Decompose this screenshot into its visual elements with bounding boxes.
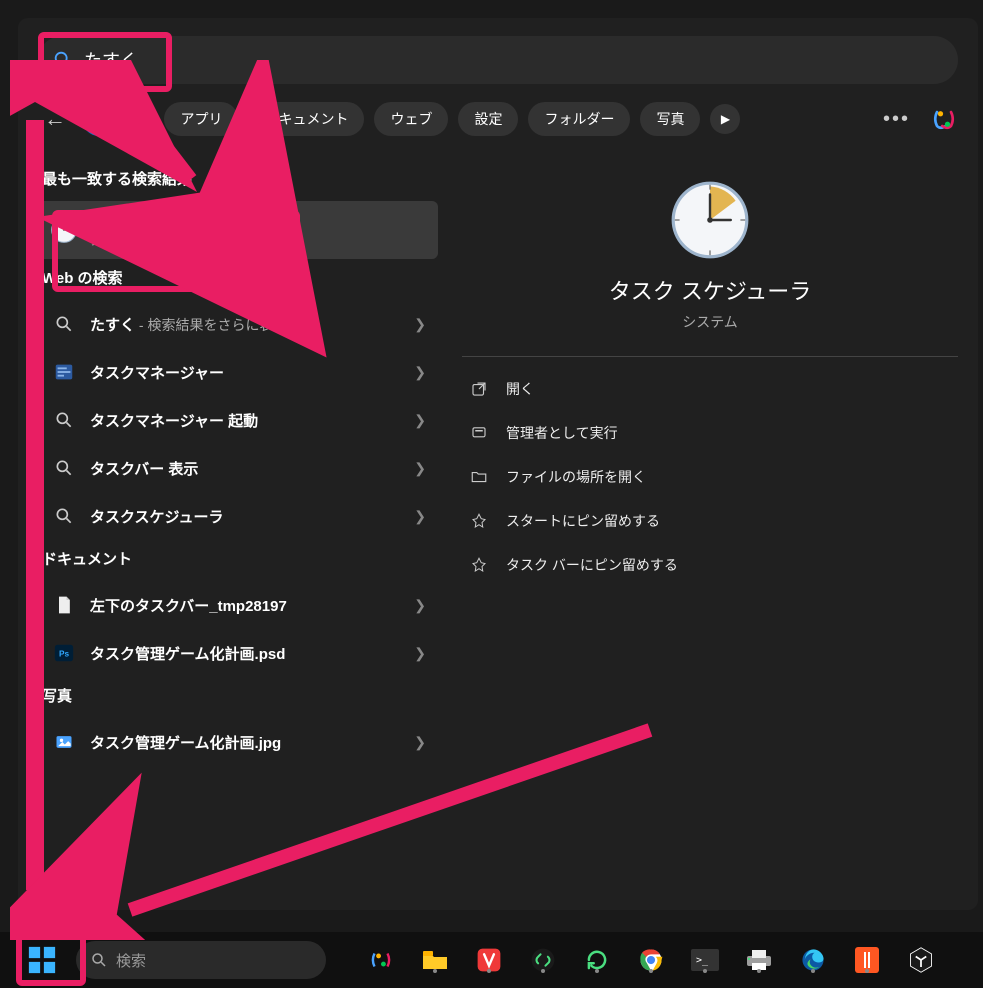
chevron-right-icon: ❯ — [414, 412, 426, 429]
action-label: 開く — [506, 379, 534, 399]
chevron-right-icon: ❯ — [414, 508, 426, 525]
start-button[interactable] — [20, 938, 64, 982]
result-title: タスクマネージャー — [90, 362, 414, 383]
web-result-taskscheduler[interactable]: タスクスケジューラ ❯ — [38, 492, 438, 540]
preview-title: タスク スケジューラ — [609, 274, 812, 306]
image-icon — [50, 728, 78, 756]
taskbar: 検索 >_ — [0, 932, 983, 988]
search-bar[interactable] — [38, 36, 958, 84]
action-run-admin[interactable]: 管理者として実行 — [462, 411, 958, 455]
taskbar-vivaldi[interactable] — [474, 945, 504, 975]
open-icon — [470, 380, 488, 398]
svg-text:>_: >_ — [696, 955, 709, 966]
taskbar-app-orange[interactable] — [852, 945, 882, 975]
tab-documents[interactable]: ドキュメント — [248, 102, 364, 136]
chevron-right-icon: ❯ — [414, 364, 426, 381]
taskbar-app-printer[interactable] — [744, 945, 774, 975]
back-button[interactable]: ← — [38, 102, 72, 136]
chevron-right-icon: ❯ — [414, 316, 426, 333]
result-task-scheduler[interactable]: タスク スケジューラ システム — [38, 201, 438, 259]
chevron-right-icon: ❯ — [414, 597, 426, 614]
search-icon — [50, 502, 78, 530]
tab-web[interactable]: ウェブ — [374, 102, 448, 136]
taskbar-app-chain[interactable] — [528, 945, 558, 975]
result-subtitle: システム — [90, 232, 426, 249]
chevron-right-icon: ❯ — [414, 645, 426, 662]
file-icon — [50, 591, 78, 619]
tab-apps[interactable]: アプリ — [164, 102, 238, 136]
result-title: タスク スケジューラ — [90, 211, 426, 232]
action-open-location[interactable]: ファイルの場所を開く — [462, 455, 958, 499]
search-icon — [50, 454, 78, 482]
taskbar-search[interactable]: 検索 — [76, 941, 326, 979]
pin-icon — [470, 556, 488, 574]
tab-photos[interactable]: 写真 — [640, 102, 700, 136]
pin-icon — [470, 512, 488, 530]
shield-icon — [470, 424, 488, 442]
psd-icon: Ps — [50, 639, 78, 667]
chevron-right-icon: ❯ — [414, 460, 426, 477]
web-result-taskmgr[interactable]: タスクマネージャー ❯ — [38, 348, 438, 396]
action-open[interactable]: 開く — [462, 367, 958, 411]
search-icon — [50, 310, 78, 338]
clock-icon — [50, 216, 78, 244]
preview-subtitle: システム — [682, 312, 738, 332]
search-icon — [50, 406, 78, 434]
tab-folders[interactable]: フォルダー — [528, 102, 630, 136]
play-button[interactable]: ▶ — [710, 104, 740, 134]
clock-icon — [670, 180, 750, 260]
action-pin-start[interactable]: スタートにピン留めする — [462, 499, 958, 543]
web-result-taskmgr-launch[interactable]: タスクマネージャー 起動 ❯ — [38, 396, 438, 444]
preview-pane: タスク スケジューラ システム 開く 管理者として実行 ファイルの場所を開く ス… — [462, 160, 958, 896]
web-result-taskbar-show[interactable]: タスクバー 表示 ❯ — [38, 444, 438, 492]
taskbar-app-refresh[interactable] — [582, 945, 612, 975]
search-input[interactable] — [84, 50, 944, 71]
taskbar-explorer[interactable] — [420, 945, 450, 975]
taskbar-edge[interactable] — [798, 945, 828, 975]
taskbar-chrome[interactable] — [636, 945, 666, 975]
svg-text:Ps: Ps — [59, 650, 70, 659]
result-title: タスク管理ゲーム化計画.psd — [90, 643, 414, 664]
more-button[interactable]: ••• — [873, 108, 920, 131]
action-label: スタートにピン留めする — [506, 511, 660, 531]
result-title: タスクマネージャー 起動 — [90, 410, 414, 431]
web-result-suffix: - 検索結果をさらに表示する — [135, 317, 315, 333]
tab-settings[interactable]: 設定 — [458, 102, 518, 136]
search-flyout: ← すべて アプリ ドキュメント ウェブ 設定 フォルダー 写真 ▶ ••• 最… — [18, 18, 978, 910]
web-result-prefix: たすく — [90, 317, 135, 334]
filter-tabs: ← すべて アプリ ドキュメント ウェブ 設定 フォルダー 写真 ▶ ••• — [38, 102, 958, 136]
search-icon — [52, 49, 74, 71]
taskbar-copilot[interactable] — [366, 945, 396, 975]
windows-icon — [27, 945, 57, 975]
result-title: タスクバー 表示 — [90, 458, 414, 479]
doc-result-2[interactable]: Ps タスク管理ゲーム化計画.psd ❯ — [38, 629, 438, 677]
section-documents: ドキュメント — [42, 548, 438, 569]
section-web: Web の検索 — [42, 267, 438, 288]
section-photos: 写真 — [42, 685, 438, 706]
doc-result-1[interactable]: 左下のタスクバー_tmp28197 ❯ — [38, 581, 438, 629]
taskbar-search-placeholder: 検索 — [116, 950, 146, 971]
photo-result-1[interactable]: タスク管理ゲーム化計画.jpg ❯ — [38, 718, 438, 766]
action-label: タスク バーにピン留めする — [506, 555, 678, 575]
search-icon — [90, 951, 108, 969]
tab-all[interactable]: すべて — [82, 102, 154, 136]
chevron-right-icon: ❯ — [414, 734, 426, 751]
result-title: タスクスケジューラ — [90, 506, 414, 527]
result-title: 左下のタスクバー_tmp28197 — [90, 595, 414, 616]
taskbar-app-hexagon[interactable] — [906, 945, 936, 975]
action-label: 管理者として実行 — [506, 423, 618, 443]
taskmgr-icon — [50, 358, 78, 386]
action-pin-taskbar[interactable]: タスク バーにピン留めする — [462, 543, 958, 587]
action-label: ファイルの場所を開く — [506, 467, 646, 487]
results-list: 最も一致する検索結果 タスク スケジューラ システム Web の検索 たすく -… — [38, 160, 438, 896]
section-best-match: 最も一致する検索結果 — [42, 168, 438, 189]
taskbar-terminal[interactable]: >_ — [690, 945, 720, 975]
result-title: タスク管理ゲーム化計画.jpg — [90, 732, 414, 753]
copilot-icon[interactable] — [930, 105, 958, 133]
folder-icon — [470, 468, 488, 486]
web-result-more[interactable]: たすく - 検索結果をさらに表示する ❯ — [38, 300, 438, 348]
